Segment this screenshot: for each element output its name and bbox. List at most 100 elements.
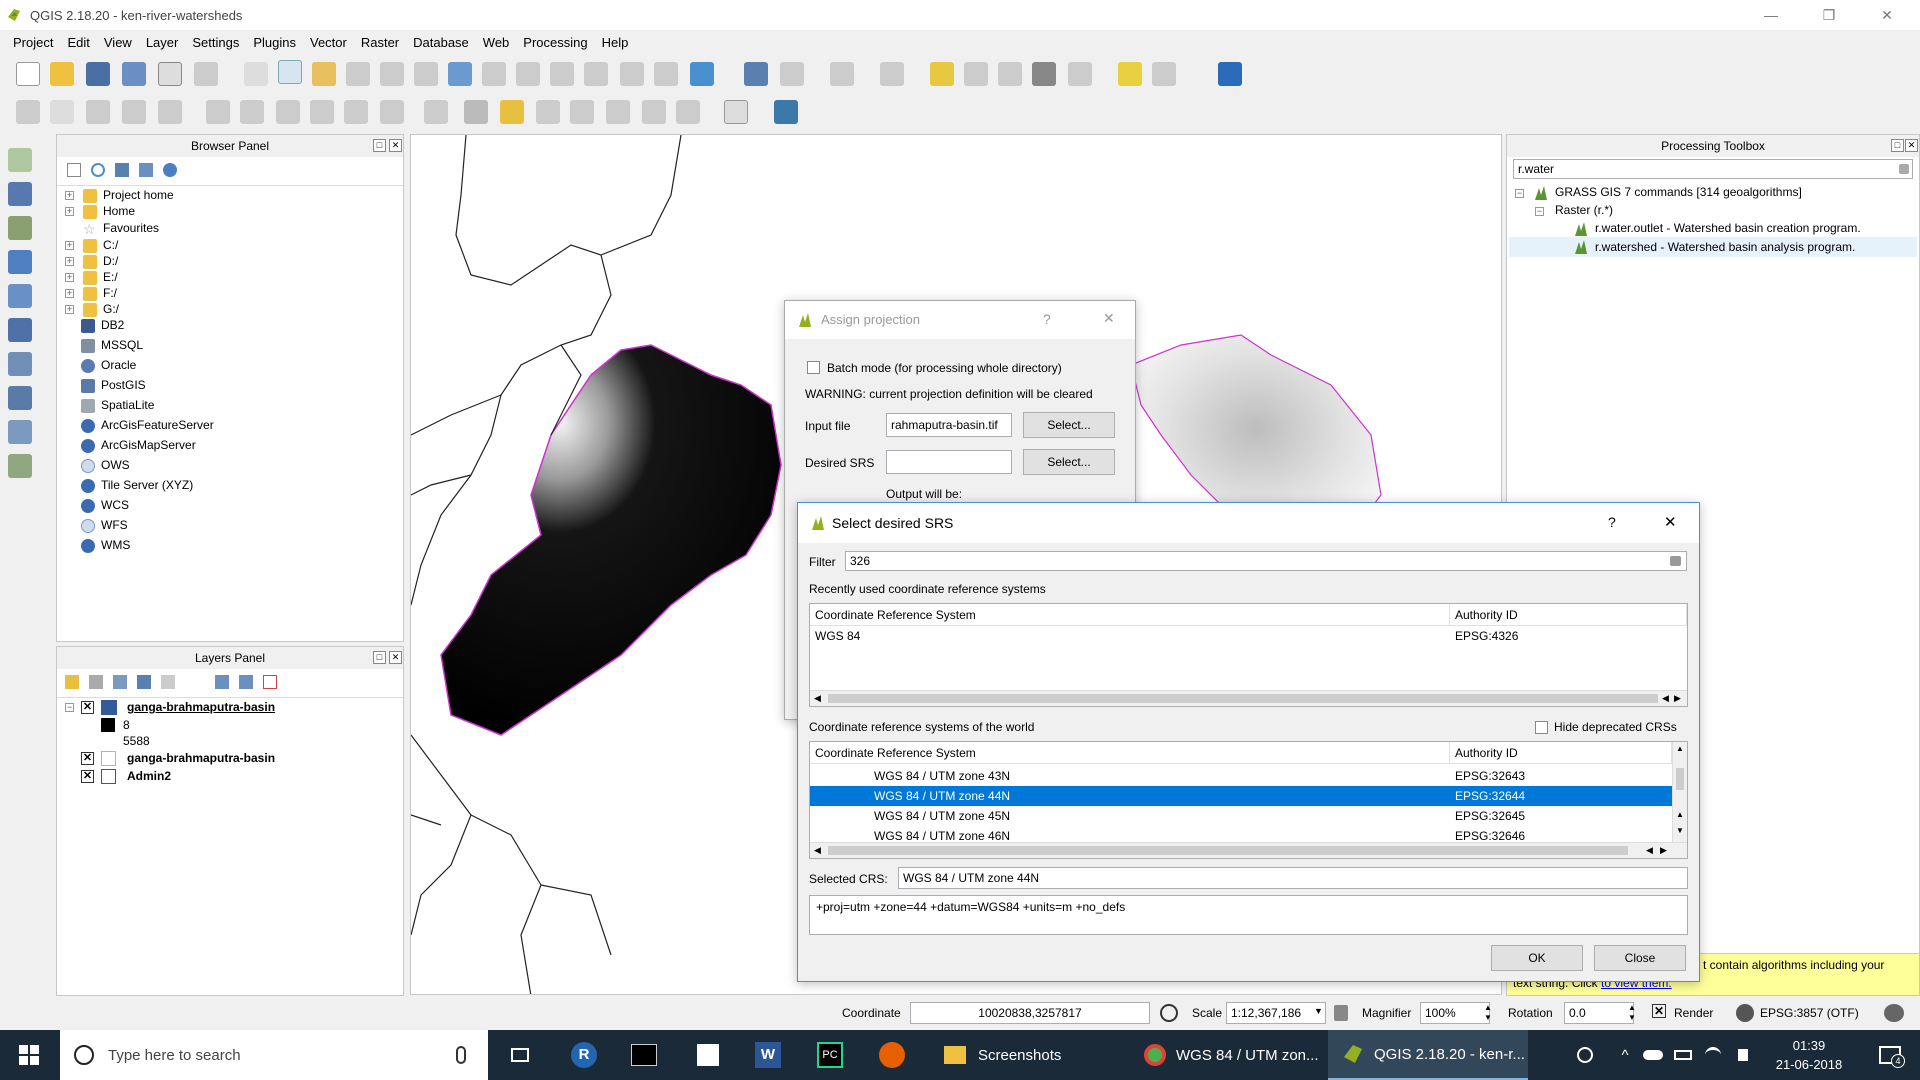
scroll-up-icon[interactable]: ▲ [1676, 744, 1684, 753]
help-button[interactable]: ? [1043, 311, 1051, 327]
volume-icon[interactable] [1730, 1030, 1756, 1080]
add-wfs-layer-icon[interactable] [8, 352, 32, 376]
render-checkbox[interactable]: ✕ [1652, 1004, 1666, 1018]
world-row-crs[interactable]: WGS 84 / UTM zone 45N [874, 806, 1010, 826]
toolbox-group-grass[interactable]: GRASS GIS 7 commands [314 geoalgorithms] [1555, 183, 1802, 201]
new-map-view-icon[interactable] [620, 62, 644, 86]
layer-visibility-checkbox[interactable]: ✕ [81, 701, 94, 714]
task-view-icon[interactable] [500, 1030, 540, 1080]
algorithm-r-water-outlet[interactable]: r.water.outlet - Watershed basin creatio… [1595, 219, 1861, 237]
zoom-last-icon[interactable] [550, 62, 574, 86]
delete-selected-icon[interactable] [240, 100, 264, 124]
select-by-value-icon[interactable] [880, 62, 904, 86]
add-raster-layer-icon[interactable] [8, 182, 32, 206]
close-panel-icon[interactable]: ✕ [1905, 139, 1918, 152]
bookmarks-icon[interactable] [654, 62, 678, 86]
new-project-icon[interactable] [16, 62, 40, 86]
world-row-crs[interactable]: WGS 84 / UTM zone 43N [874, 766, 1010, 786]
coordinate-field[interactable]: 10020838,3257817 [910, 1002, 1150, 1024]
python-console-icon[interactable] [774, 100, 798, 124]
column-header-authority[interactable]: Authority ID [1450, 604, 1687, 626]
rotation-spinner-icon[interactable]: ▲ ▼ [1628, 1003, 1636, 1023]
add-delimited-text-icon[interactable] [8, 216, 32, 240]
change-label-icon[interactable] [676, 100, 700, 124]
taskbar-item-screenshots[interactable]: Screenshots [932, 1030, 1132, 1080]
filter-expression-icon[interactable] [161, 675, 175, 689]
toggle-editing-icon[interactable] [50, 100, 74, 124]
menu-view[interactable]: View [97, 35, 139, 50]
column-header-crs[interactable]: Coordinate Reference System [810, 604, 1450, 626]
restore-button[interactable]: ❐ [1800, 0, 1858, 30]
zoom-native-icon[interactable] [414, 62, 438, 86]
add-selected-layers-icon[interactable] [67, 163, 81, 177]
menu-processing[interactable]: Processing [516, 35, 594, 50]
add-feature-icon[interactable] [122, 100, 146, 124]
move-feature-icon[interactable] [158, 100, 182, 124]
scroll-up-icon[interactable]: ▲ [1676, 810, 1684, 819]
world-row-authority[interactable]: EPSG:32645 [1455, 806, 1525, 826]
add-vector-layer-icon[interactable] [8, 148, 32, 172]
save-edits-icon[interactable] [86, 100, 110, 124]
magnifier-field[interactable]: 100% [1420, 1002, 1490, 1024]
filter-legend-icon[interactable] [137, 675, 151, 689]
close-panel-icon[interactable]: ✕ [389, 651, 402, 664]
browser-item-spatialite[interactable]: SpatiaLite [81, 396, 154, 414]
pycharm-icon[interactable]: PC [806, 1030, 854, 1080]
expand-all-icon[interactable] [215, 675, 229, 689]
layer-visibility-checkbox[interactable]: ✕ [81, 752, 94, 765]
select-input-button[interactable]: Select... [1023, 412, 1115, 438]
show-hide-labels-icon[interactable] [570, 100, 594, 124]
sticky-notes-icon[interactable] [684, 1030, 732, 1080]
refresh-icon[interactable] [690, 62, 714, 86]
browser-item-wcs[interactable]: WCS [81, 496, 129, 514]
menu-help[interactable]: Help [595, 35, 636, 50]
start-button[interactable] [0, 1030, 58, 1080]
menu-layer[interactable]: Layer [139, 35, 186, 50]
desired-srs-field[interactable] [886, 450, 1012, 474]
menu-settings[interactable]: Settings [185, 35, 246, 50]
current-edits-icon[interactable] [16, 100, 40, 124]
onedrive-icon[interactable] [1640, 1030, 1666, 1080]
messages-icon[interactable] [1884, 1004, 1904, 1022]
pin-labels-icon[interactable] [536, 100, 560, 124]
menu-vector[interactable]: Vector [303, 35, 354, 50]
undo-icon[interactable] [380, 100, 404, 124]
scroll-left-icon[interactable]: ◀ [1646, 845, 1653, 856]
highlight-label-icon[interactable] [500, 100, 524, 124]
algorithm-r-watershed[interactable]: r.watershed - Watershed basin analysis p… [1595, 238, 1855, 256]
attribute-table-icon[interactable] [964, 62, 988, 86]
browser-item-wfs[interactable]: WFS [81, 516, 128, 534]
identify-icon[interactable] [744, 62, 768, 86]
browser-item-mssql[interactable]: MSSQL [81, 336, 143, 354]
menu-plugins[interactable]: Plugins [246, 35, 303, 50]
expand-project-home-icon[interactable]: + [65, 191, 74, 200]
layer-diagram-icon[interactable] [464, 100, 488, 124]
world-row-crs-selected[interactable]: WGS 84 / UTM zone 44N [874, 786, 1010, 806]
scale-field[interactable]: 1:12,367,186 [1226, 1002, 1326, 1024]
select-srs-button[interactable]: Select... [1023, 449, 1115, 475]
taskbar-item-qgis[interactable]: QGIS 2.18.20 - ken-r... [1328, 1030, 1528, 1080]
browser-item-arcgis-feature[interactable]: ArcGisFeatureServer [81, 416, 214, 434]
expand-c-icon[interactable]: + [65, 241, 74, 250]
move-label-icon[interactable] [606, 100, 630, 124]
remove-layer-icon[interactable] [263, 675, 277, 689]
measure-line-icon[interactable] [1068, 62, 1092, 86]
scrollbar-thumb[interactable] [1676, 768, 1684, 790]
deselect-features-icon[interactable] [930, 62, 954, 86]
rotate-label-icon[interactable] [642, 100, 666, 124]
scrollbar-thumb[interactable] [828, 846, 1628, 855]
show-hidden-icons-icon[interactable]: ^ [1614, 1030, 1636, 1080]
lock-scale-icon[interactable] [1334, 1005, 1348, 1021]
r-app-icon[interactable]: R [560, 1030, 608, 1080]
recent-row-authority[interactable]: EPSG:4326 [1455, 626, 1518, 646]
close-window-button[interactable]: ✕ [1858, 0, 1916, 30]
world-row-crs[interactable]: WGS 84 / UTM zone 46N [874, 826, 1010, 840]
field-calculator-icon[interactable] [998, 62, 1022, 86]
scale-dropdown-icon[interactable]: ▼ [1314, 1006, 1323, 1016]
ok-button[interactable]: OK [1491, 945, 1583, 971]
save-as-icon[interactable] [122, 62, 146, 86]
input-file-field[interactable]: rahmaputra-basin.tif [886, 413, 1012, 437]
float-panel-icon[interactable]: □ [373, 139, 386, 152]
add-postgis-layer-icon[interactable] [8, 250, 32, 274]
add-wcs-layer-icon[interactable] [8, 318, 32, 342]
